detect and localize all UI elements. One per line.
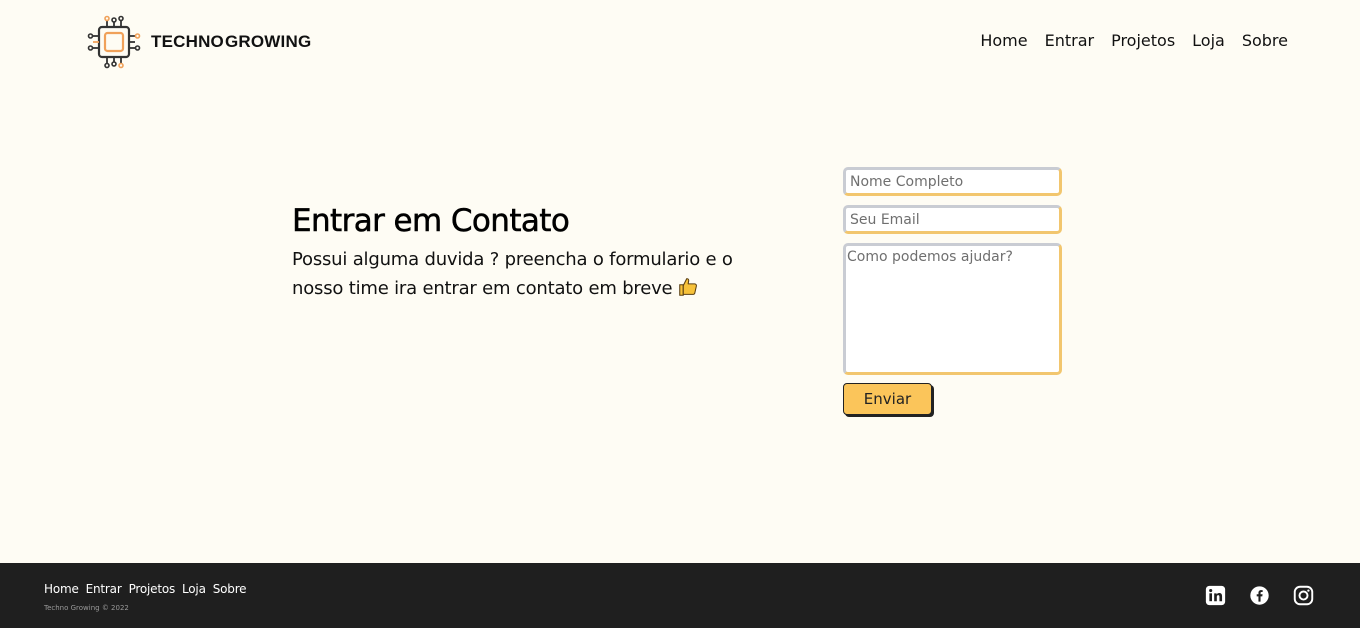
- nav-link-entrar[interactable]: Entrar: [1045, 31, 1094, 51]
- main-nav: Home Entrar Projetos Loja Sobre: [963, 31, 1288, 51]
- circuit-chip-icon: [87, 15, 141, 69]
- footer-link-home[interactable]: Home: [44, 582, 79, 596]
- contact-description: Possui alguma duvida ? preencha o formul…: [292, 245, 772, 306]
- footer-link-sobre[interactable]: Sobre: [213, 582, 247, 596]
- submit-button[interactable]: Enviar: [843, 383, 932, 415]
- contact-form: Enviar: [843, 167, 1062, 415]
- linkedin-icon[interactable]: [1205, 585, 1226, 606]
- social-links: [1182, 585, 1314, 606]
- nav-link-home[interactable]: Home: [980, 31, 1027, 51]
- logo-text: TECHNO GROWING: [151, 32, 311, 52]
- nav-link-sobre[interactable]: Sobre: [1242, 31, 1288, 51]
- footer-nav: Home Entrar Projetos Loja Sobre: [44, 582, 253, 596]
- nav-link-projetos[interactable]: Projetos: [1111, 31, 1175, 51]
- message-field[interactable]: [843, 243, 1062, 375]
- footer-link-loja[interactable]: Loja: [182, 582, 206, 596]
- site-footer: Home Entrar Projetos Loja Sobre Techno G…: [0, 563, 1360, 628]
- logo-text-techno: TECHNO: [151, 32, 224, 51]
- nav-link-loja[interactable]: Loja: [1192, 31, 1225, 51]
- facebook-icon[interactable]: [1249, 585, 1270, 606]
- logo[interactable]: TECHNO GROWING: [86, 14, 311, 70]
- contact-description-text: Possui alguma duvida ? preencha o formul…: [292, 249, 733, 299]
- copyright-text: Techno Growing © 2022: [44, 604, 129, 612]
- logo-text-growing: GROWING: [224, 32, 312, 51]
- email-field[interactable]: [843, 205, 1062, 234]
- thumbs-up-icon: [678, 276, 699, 306]
- page-title: Entrar em Contato: [292, 203, 570, 240]
- footer-link-projetos[interactable]: Projetos: [129, 582, 176, 596]
- contact-intro: Entrar em Contato Possui alguma duvida ?…: [292, 200, 792, 306]
- instagram-icon[interactable]: [1293, 585, 1314, 606]
- name-field[interactable]: [843, 167, 1062, 196]
- footer-link-entrar[interactable]: Entrar: [86, 582, 122, 596]
- site-header: TECHNO GROWING Home Entrar Projetos Loja…: [0, 0, 1360, 84]
